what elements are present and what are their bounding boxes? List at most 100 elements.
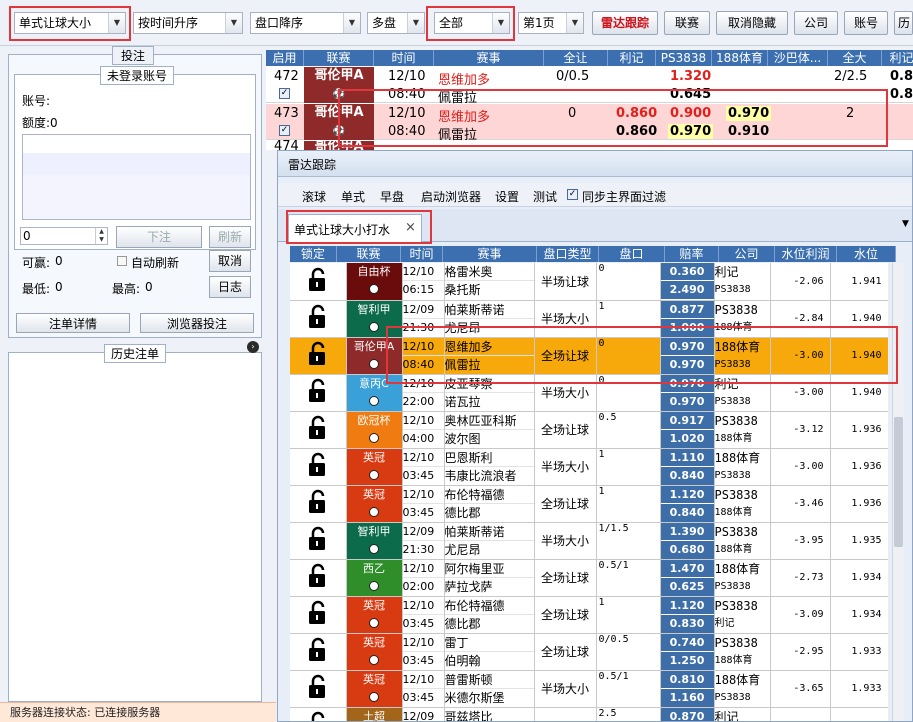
radar-titlebar[interactable]: 雷达跟踪 (278, 151, 912, 177)
stake-spinner[interactable]: ▲ ▼ (95, 228, 107, 244)
col-header[interactable]: 赛事 (434, 50, 544, 66)
league-button[interactable]: 联赛 (664, 11, 710, 35)
place-bet-button[interactable]: 下注 (116, 226, 202, 248)
odds-value[interactable]: 1.000 (660, 318, 713, 336)
odds-value[interactable]: 0.8 (890, 69, 913, 84)
col-header[interactable]: 赔率 (665, 246, 719, 262)
menu-settings[interactable]: 设置 (495, 188, 519, 205)
enable-checkbox[interactable]: ✓ (279, 125, 290, 136)
lock-toggle[interactable] (290, 559, 347, 597)
radar-row[interactable]: 自由杯 12/10 06:15 格雷米奥 桑托斯 半场让球 0 0.360 2.490 利记 PS3… (290, 263, 888, 301)
col-header[interactable]: 联赛 (337, 246, 401, 262)
col-header[interactable]: 赛事 (443, 246, 537, 262)
radar-row[interactable]: 英冠 12/10 03:45 巴恩斯利 韦康比流浪者 半场大小 1 1.110 0.840 188… (290, 448, 888, 486)
col-header[interactable]: 盘口类型 (537, 246, 599, 262)
menu-single[interactable]: 单式 (341, 188, 365, 205)
odds-value[interactable]: 1.020 (660, 429, 713, 447)
odds-value[interactable]: 0.970 (660, 392, 713, 410)
sort-handicap-select[interactable]: 盘口降序 ▼ (250, 12, 361, 34)
col-header[interactable]: 盘口 (599, 246, 665, 262)
odds-row[interactable]: 473 ✓ 哥伦甲A ⚽ 12/10 08:40 恩维加多 佩雷拉 0 0.860… (266, 104, 913, 143)
filter-all-select[interactable]: 全部 ▼ (434, 12, 510, 34)
odds-value[interactable]: 0.900 (670, 106, 711, 121)
radar-row[interactable]: 欧冠杯 12/10 04:00 奥林匹亚科斯 波尔图 全场让球 0.5 0.917 1.020 P… (290, 411, 888, 449)
col-header[interactable]: 联赛 (304, 50, 374, 66)
page-select[interactable]: 第1页 ▼ (518, 12, 584, 34)
odds-value[interactable]: 0.830 (660, 614, 713, 632)
odds-value[interactable]: 1.160 (660, 688, 713, 706)
odds-value[interactable]: 0.8 (890, 87, 913, 102)
radar-row[interactable]: 智利甲 12/09 21:30 帕莱斯蒂诺 尤尼昂 半场大小 1 0.877 1.000 PS38… (290, 300, 888, 338)
account-button[interactable]: 账号 (844, 11, 888, 35)
odds-value[interactable]: 0.970 (660, 337, 713, 356)
radar-scrollbar[interactable] (892, 263, 904, 721)
odds-value[interactable]: 1.120 (660, 596, 713, 615)
odds-value[interactable]: 0.860 (616, 124, 657, 139)
radar-row[interactable]: 英冠 12/10 03:45 布伦特福德 德比郡 全场让球 1 1.120 0.840 PS383… (290, 485, 888, 523)
odds-value[interactable]: 0.810 (660, 670, 713, 689)
scroll-thumb[interactable] (894, 417, 903, 547)
log-button[interactable]: 日志 (209, 276, 251, 298)
market-type-select[interactable]: 单式让球大小 ▼ (14, 12, 126, 34)
lock-toggle[interactable] (290, 485, 347, 523)
menu-launch-browser[interactable]: 启动浏览器 (421, 188, 481, 205)
browser-bet-button[interactable]: 浏览器投注 (140, 313, 254, 333)
account-list[interactable] (22, 134, 251, 220)
enable-checkbox[interactable]: ✓ (279, 88, 290, 99)
menu-live[interactable]: 滚球 (302, 188, 326, 205)
lock-toggle[interactable] (290, 411, 347, 449)
odds-value[interactable]: 0.970 (668, 124, 714, 139)
radar-row[interactable]: 英冠 12/10 03:45 普雷斯顿 米德尔斯堡 半场大小 0.5/1 0.810 1.160… (290, 670, 888, 708)
odds-value[interactable]: 0.917 (660, 411, 713, 430)
odds-value[interactable]: 0.645 (670, 87, 711, 102)
lock-toggle[interactable] (290, 596, 347, 634)
odds-value[interactable]: 0.877 (660, 300, 713, 319)
odds-value[interactable]: 0.870 (660, 707, 713, 721)
lock-toggle[interactable] (290, 263, 347, 301)
radar-row[interactable]: 智利甲 12/09 21:30 帕莱斯蒂诺 尤尼昂 半场大小 1/1.5 1.390 0.680… (290, 522, 888, 560)
radar-row[interactable]: 意丙C 12/10 22:00 皮亚琴察 诺瓦拉 半场大小 0 0.970 0.970 利记 PS3… (290, 374, 888, 412)
radar-row[interactable]: 英冠 12/10 03:45 布伦特福德 德比郡 全场让球 1 1.120 0.830 PS383… (290, 596, 888, 634)
lock-toggle[interactable] (290, 448, 347, 486)
odds-row[interactable]: 472 ✓ 哥伦甲A ⚽ 12/10 08:40 恩维加多 佩雷拉 0/0.5 1… (266, 67, 913, 106)
col-header[interactable]: 188体育 (712, 50, 768, 66)
odds-value[interactable]: 0.970 (726, 106, 772, 121)
radar-row[interactable]: 西乙 12/10 02:00 阿尔梅里亚 萨拉戈萨 全场让球 0.5/1 1.470 0.625… (290, 559, 888, 597)
lock-toggle[interactable] (290, 522, 347, 560)
odds-value[interactable]: 0.860 (616, 106, 657, 121)
col-header[interactable]: 水位 (837, 246, 896, 262)
odds-value[interactable]: 0.625 (660, 577, 713, 595)
radar-row[interactable]: 英冠 12/10 03:45 雷丁 伯明翰 全场让球 0/0.5 0.740 1.250 PS38… (290, 633, 888, 671)
company-button[interactable]: 公司 (794, 11, 838, 35)
multi-line-select[interactable]: 多盘 ▼ (367, 12, 425, 34)
col-header[interactable]: 全大 (828, 50, 882, 66)
odds-value[interactable]: 0.970 (660, 374, 713, 393)
col-header[interactable]: 锁定 (290, 246, 337, 262)
odds-value[interactable]: 1.250 (660, 651, 713, 669)
sync-checkbox[interactable]: ✓ (567, 189, 578, 200)
refresh-button[interactable]: 刷新 (209, 226, 251, 248)
odds-value[interactable]: 1.390 (660, 522, 713, 541)
menu-test[interactable]: 测试 (533, 188, 557, 205)
odds-value[interactable]: 0.740 (660, 633, 713, 652)
lock-toggle[interactable] (290, 633, 347, 671)
col-header[interactable]: 启用 (266, 50, 304, 66)
close-icon[interactable]: × (405, 220, 416, 235)
odds-value[interactable]: 0.360 (660, 263, 713, 282)
odds-value[interactable]: 1.120 (660, 485, 713, 504)
lock-toggle[interactable] (290, 374, 347, 412)
collapse-arrow-icon[interactable]: › (247, 341, 259, 353)
odds-value[interactable]: 1.320 (670, 69, 711, 84)
radar-row[interactable]: 土超 12/09 哥兹塔比 2.5 0.870 利记 (290, 707, 888, 721)
lock-toggle[interactable] (290, 670, 347, 708)
odds-value[interactable]: 0.680 (660, 540, 713, 558)
lock-toggle[interactable] (290, 300, 347, 338)
odds-value[interactable]: 1.110 (660, 448, 713, 467)
history-button[interactable]: 历 (894, 11, 913, 35)
odds-value[interactable]: 2.490 (660, 281, 713, 299)
col-header[interactable]: PS3838 (656, 50, 712, 66)
odds-value[interactable]: 1.470 (660, 559, 713, 578)
odds-value[interactable]: 0.910 (728, 124, 769, 139)
lock-toggle[interactable] (290, 337, 347, 375)
col-header[interactable]: 利记 (882, 50, 913, 66)
